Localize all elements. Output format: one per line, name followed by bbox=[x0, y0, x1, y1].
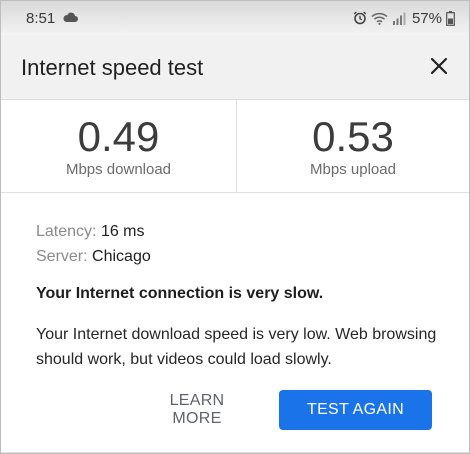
status-time: 8:51 bbox=[26, 10, 56, 27]
close-icon[interactable] bbox=[429, 56, 449, 76]
download-label: Mbps download bbox=[65, 161, 172, 178]
server-row: Server: Chicago bbox=[36, 244, 151, 269]
summary-title: Your Internet connection is very slow. bbox=[36, 285, 324, 302]
server-value: Chicago bbox=[92, 248, 151, 265]
alarm-icon bbox=[353, 11, 367, 25]
dialog-header: Internet speed test bbox=[1, 35, 469, 100]
signal-icon bbox=[392, 12, 406, 25]
status-icons: 57% bbox=[353, 9, 455, 27]
speed-results: 0.49 Mbps download 0.53 Mbps upload bbox=[1, 100, 469, 193]
test-again-button[interactable]: TEST AGAIN bbox=[279, 390, 432, 430]
test-details: Latency: 16 ms Server: Chicago bbox=[36, 219, 151, 269]
battery-icon bbox=[446, 10, 455, 26]
upload-metric: 0.53 Mbps upload bbox=[237, 100, 469, 192]
speed-test-card: 8:51 57% Internet speed test 0.49 Mbps d… bbox=[0, 0, 470, 454]
latency-label: Latency: bbox=[36, 223, 97, 240]
learn-more-button[interactable]: LEARN MORE bbox=[137, 390, 257, 430]
server-label: Server: bbox=[36, 248, 88, 265]
upload-label: Mbps upload bbox=[310, 161, 396, 178]
status-bar: 8:51 57% bbox=[1, 1, 469, 35]
divider bbox=[1, 452, 469, 453]
download-value: 0.49 bbox=[77, 113, 160, 160]
latency-value: 16 ms bbox=[100, 223, 145, 240]
upload-value: 0.53 bbox=[312, 113, 394, 160]
cloud-icon bbox=[63, 12, 78, 22]
page-title: Internet speed test bbox=[21, 55, 204, 80]
latency-row: Latency: 16 ms bbox=[36, 219, 151, 244]
download-metric: 0.49 Mbps download bbox=[1, 100, 237, 192]
battery-percent: 57% bbox=[411, 9, 442, 27]
wifi-icon bbox=[371, 12, 388, 25]
summary-body: Your Internet download speed is very low… bbox=[36, 326, 437, 368]
